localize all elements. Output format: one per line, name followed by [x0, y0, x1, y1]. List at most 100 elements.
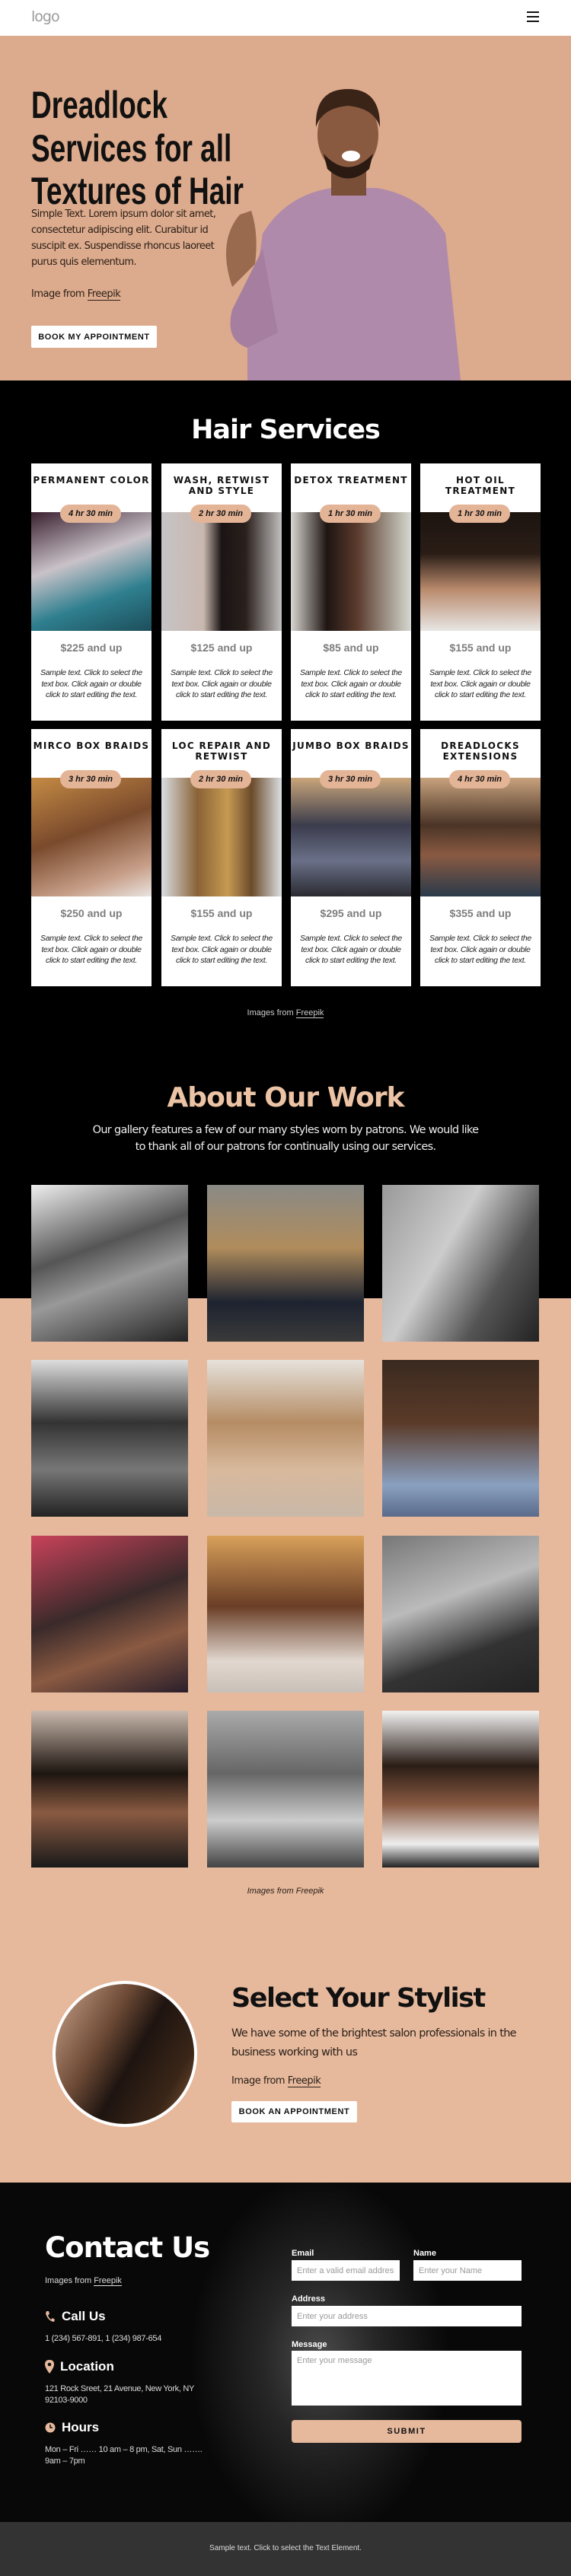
gallery-image[interactable]: [382, 1711, 539, 1868]
service-price: $155 and up: [190, 907, 253, 919]
service-title: MIRCO BOX BRAIDS: [33, 740, 150, 751]
footer-text: Sample text. Click to select the Text El…: [209, 2544, 362, 2552]
hours-heading-text: Hours: [62, 2420, 100, 2434]
duration-badge: 2 hr 30 min: [190, 505, 251, 523]
service-card[interactable]: LOC REPAIR AND RETWIST 2 hr 30 min $155 …: [161, 729, 282, 986]
hero-text: Simple Text. Lorem ipsum dolor sit amet,…: [31, 209, 216, 268]
logo[interactable]: logo: [31, 8, 60, 25]
service-description: Sample text. Click to select the text bo…: [40, 668, 142, 699]
service-price: $85 and up: [323, 642, 379, 654]
gallery-image[interactable]: [31, 1360, 188, 1517]
clock-icon: [45, 2422, 56, 2433]
call-heading-text: Call Us: [62, 2309, 106, 2323]
duration-badge: 2 hr 30 min: [190, 770, 251, 788]
gallery-image[interactable]: [31, 1185, 188, 1342]
submit-button[interactable]: SUBMIT: [292, 2420, 522, 2443]
address-text: 121 Rock Sreet, 21 Avenue, New York, NY …: [45, 2384, 194, 2405]
phone-numbers: 1 (234) 567-891, 1 (234) 987-654: [45, 2334, 162, 2343]
hero-person-image: [226, 89, 461, 381]
service-price: $155 and up: [449, 642, 512, 654]
hero-title-line: Services for all: [31, 127, 232, 170]
service-card[interactable]: DREADLOCKS EXTENSIONS 4 hr 30 min $355 a…: [420, 729, 541, 986]
service-card[interactable]: PERMANENT COLOR 4 hr 30 min $225 and up …: [31, 463, 152, 721]
service-price: $295 and up: [320, 907, 382, 919]
freepik-link[interactable]: Freepik: [94, 2276, 122, 2286]
service-image: [420, 512, 541, 631]
email-field[interactable]: [292, 2260, 400, 2281]
service-description: Sample text. Click to select the text bo…: [171, 934, 273, 965]
contact-title: Contact Us: [45, 2231, 210, 2264]
service-image: [31, 512, 152, 631]
services-title: Hair Services: [191, 415, 381, 445]
credit-prefix: Image from: [231, 2075, 286, 2087]
header: logo: [0, 0, 571, 36]
call-heading: Call Us: [45, 2309, 106, 2324]
service-title: JUMBO BOX BRAIDS: [292, 740, 410, 751]
service-image: [291, 512, 411, 631]
service-title: PERMANENT COLOR: [33, 475, 150, 486]
service-description: Sample text. Click to select the text bo…: [300, 668, 402, 699]
email-label: Email: [292, 2249, 314, 2258]
service-image: [291, 778, 411, 896]
about-text: Our gallery features a few of our many s…: [92, 1124, 479, 1153]
gallery-image[interactable]: [207, 1536, 364, 1692]
address-label: Address: [292, 2294, 326, 2304]
service-description: Sample text. Click to select the text bo…: [40, 934, 142, 965]
service-price: $225 and up: [60, 642, 123, 654]
duration-badge: 1 hr 30 min: [449, 505, 510, 523]
gallery-image[interactable]: [31, 1711, 188, 1868]
freepik-link[interactable]: Freepik: [295, 1008, 324, 1018]
service-description: Sample text. Click to select the text bo…: [300, 934, 402, 965]
service-card[interactable]: MIRCO BOX BRAIDS 3 hr 30 min $250 and up…: [31, 729, 152, 986]
duration-badge: 1 hr 30 min: [320, 505, 381, 523]
service-price: $125 and up: [190, 642, 253, 654]
message-field[interactable]: [292, 2351, 522, 2406]
credit-prefix: Images from: [247, 1008, 294, 1017]
service-image: [161, 778, 282, 896]
about-title: About Our Work: [167, 1082, 404, 1113]
service-card[interactable]: HOT OIL TREATMENT 1 hr 30 min $155 and u…: [420, 463, 541, 721]
hours-text: Mon – Fri …… 10 am – 8 pm, Sat, Sun ……. …: [45, 2445, 203, 2466]
service-price: $355 and up: [449, 907, 512, 919]
credit-prefix: Image from: [31, 288, 85, 300]
duration-badge: 4 hr 30 min: [60, 505, 121, 523]
service-image: [161, 512, 282, 631]
stylist-image: [53, 1981, 197, 2127]
duration-badge: 4 hr 30 min: [449, 770, 510, 788]
hero-section: Dreadlock Services for all Textures of H…: [0, 36, 571, 381]
freepik-link[interactable]: Freepik: [87, 288, 121, 301]
hours-heading: Hours: [45, 2420, 99, 2435]
name-label: Name: [413, 2249, 436, 2258]
freepik-link[interactable]: Freepik: [287, 2075, 321, 2087]
hero-credit: Image from Freepik: [31, 288, 121, 301]
book-my-appointment-button[interactable]: BOOK MY APPOINTMENT: [31, 326, 157, 348]
stylist-credit: Image from Freepik: [231, 2075, 321, 2087]
gallery-image[interactable]: [382, 1185, 539, 1342]
gallery-image[interactable]: [207, 1711, 364, 1868]
credit-prefix: Images from: [45, 2276, 92, 2285]
service-image: [31, 778, 152, 896]
services-credit: Images from Freepik: [0, 1008, 571, 1018]
gallery-image[interactable]: [207, 1360, 364, 1517]
book-an-appointment-button[interactable]: BOOK AN APPOINTMENT: [231, 2101, 357, 2122]
service-image: [420, 778, 541, 896]
service-description: Sample text. Click to select the text bo…: [429, 668, 531, 699]
service-title: DETOX TREATMENT: [294, 475, 408, 486]
duration-badge: 3 hr 30 min: [320, 770, 381, 788]
address-field[interactable]: [292, 2306, 522, 2326]
gallery-image[interactable]: [31, 1536, 188, 1692]
message-label: Message: [292, 2340, 327, 2349]
service-card[interactable]: DETOX TREATMENT 1 hr 30 min $85 and up S…: [291, 463, 411, 721]
name-field[interactable]: [413, 2260, 522, 2281]
gallery-image[interactable]: [207, 1185, 364, 1342]
location-heading: Location: [45, 2359, 114, 2374]
stylist-title: Select Your Stylist: [231, 1983, 486, 2014]
gallery-image[interactable]: [382, 1536, 539, 1692]
service-card[interactable]: JUMBO BOX BRAIDS 3 hr 30 min $295 and up…: [291, 729, 411, 986]
duration-badge: 3 hr 30 min: [60, 770, 121, 788]
service-title: WASH, RETWIST AND STYLE: [173, 475, 270, 496]
service-title: LOC REPAIR AND RETWIST: [171, 740, 272, 762]
service-card[interactable]: WASH, RETWIST AND STYLE 2 hr 30 min $125…: [161, 463, 282, 721]
hamburger-icon[interactable]: [527, 11, 539, 22]
gallery-image[interactable]: [382, 1360, 539, 1517]
